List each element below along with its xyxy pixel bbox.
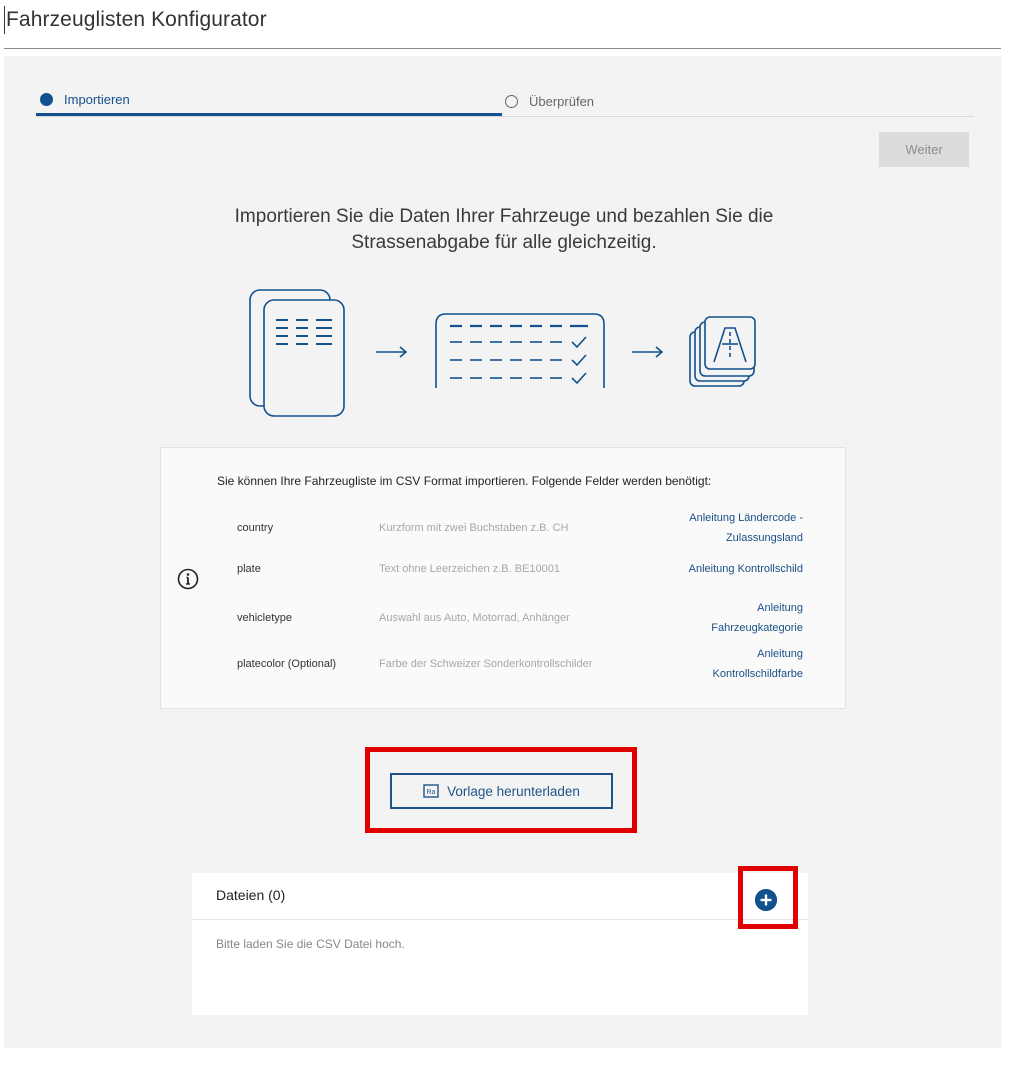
field-row-country: country Kurzform mit zwei Buchstaben z.B…	[237, 508, 813, 548]
title-divider	[4, 48, 1001, 49]
field-description: Text ohne Leerzeichen z.B. BE10001	[379, 563, 561, 575]
link-line-1: Anleitung Kontrollschild	[688, 563, 803, 575]
step-ueberpruefen[interactable]: Überprüfen	[502, 86, 974, 116]
field-name: platecolor (Optional)	[237, 658, 337, 670]
files-divider	[192, 919, 808, 920]
info-intro-text: Sie können Ihre Fahrzeugliste im CSV For…	[217, 474, 712, 488]
field-description: Farbe der Schweizer Sonderkontrollschild…	[379, 658, 593, 670]
template-file-icon: Ra	[423, 784, 439, 798]
field-description: Kurzform mit zwei Buchstaben z.B. CH	[379, 522, 569, 534]
field-name: country	[237, 522, 274, 534]
step-inactive-dot-icon	[505, 94, 518, 108]
info-card: Sie können Ihre Fahrzeugliste im CSV For…	[160, 447, 846, 709]
link-line-2: Zulassungsland	[725, 532, 803, 544]
field-row-platecolor: platecolor (Optional) Farbe der Schweize…	[237, 644, 813, 684]
checklist-icon	[435, 313, 605, 388]
arrow-right-icon	[632, 346, 664, 358]
svg-text:Ra: Ra	[427, 789, 436, 796]
field-name: plate	[237, 563, 261, 575]
files-card: Dateien (0) Bitte laden Sie die CSV Date…	[192, 873, 808, 1015]
headline: Importieren Sie die Daten Ihrer Fahrzeug…	[154, 204, 854, 256]
next-button[interactable]: Weiter	[879, 132, 969, 167]
link-line-1: Anleitung Ländercode -	[689, 512, 803, 524]
field-help-link[interactable]: Anleitung Ländercode - Zulassungsland	[663, 508, 803, 548]
arrow-right-icon	[376, 346, 408, 358]
stepper-baseline	[36, 116, 974, 117]
add-file-button[interactable]	[755, 889, 777, 911]
plus-circle-icon	[755, 889, 777, 911]
step-active-dot-icon	[40, 93, 53, 106]
files-title: Dateien (0)	[216, 887, 286, 903]
field-help-link[interactable]: Anleitung Kontrollschildfarbe	[663, 644, 804, 684]
highway-vignette-icon	[689, 316, 756, 387]
files-empty-message: Bitte laden Sie die CSV Datei hoch.	[216, 937, 405, 951]
main-panel: Importieren Überprüfen Weiter Importiere…	[4, 56, 1001, 1048]
headline-line-1: Importieren Sie die Daten Ihrer Fahrzeug…	[234, 206, 774, 227]
field-help-link[interactable]: Anleitung Kontrollschild	[663, 559, 803, 579]
link-line-1: Anleitung	[757, 648, 803, 660]
field-row-plate: plate Text ohne Leerzeichen z.B. BE10001…	[237, 554, 813, 584]
field-description: Auswahl aus Auto, Motorrad, Anhänger	[379, 612, 570, 624]
link-line-1: Anleitung	[757, 602, 803, 614]
headline-line-2: Strassenabgabe für alle gleichzeitig.	[351, 232, 657, 253]
stepper: Importieren Überprüfen	[36, 86, 974, 116]
link-line-2: Fahrzeugkategorie	[711, 622, 803, 634]
info-icon	[177, 568, 199, 590]
import-process-illustration	[249, 289, 756, 417]
link-line-2: Kontrollschildfarbe	[712, 668, 804, 680]
field-help-link[interactable]: Anleitung Fahrzeugkategorie	[663, 598, 803, 638]
app-title: Fahrzeuglisten Konfigurator	[4, 6, 267, 34]
step-importieren[interactable]: Importieren	[36, 86, 502, 116]
step-label: Überprüfen	[529, 93, 595, 109]
document-stack-icon	[249, 289, 345, 417]
download-template-button[interactable]: Ra Vorlage herunterladen	[390, 773, 613, 809]
download-template-label: Vorlage herunterladen	[447, 783, 580, 799]
step-label: Importieren	[64, 92, 130, 107]
field-name: vehicletype	[237, 612, 293, 624]
field-row-vehicletype: vehicletype Auswahl aus Auto, Motorrad, …	[237, 598, 813, 638]
